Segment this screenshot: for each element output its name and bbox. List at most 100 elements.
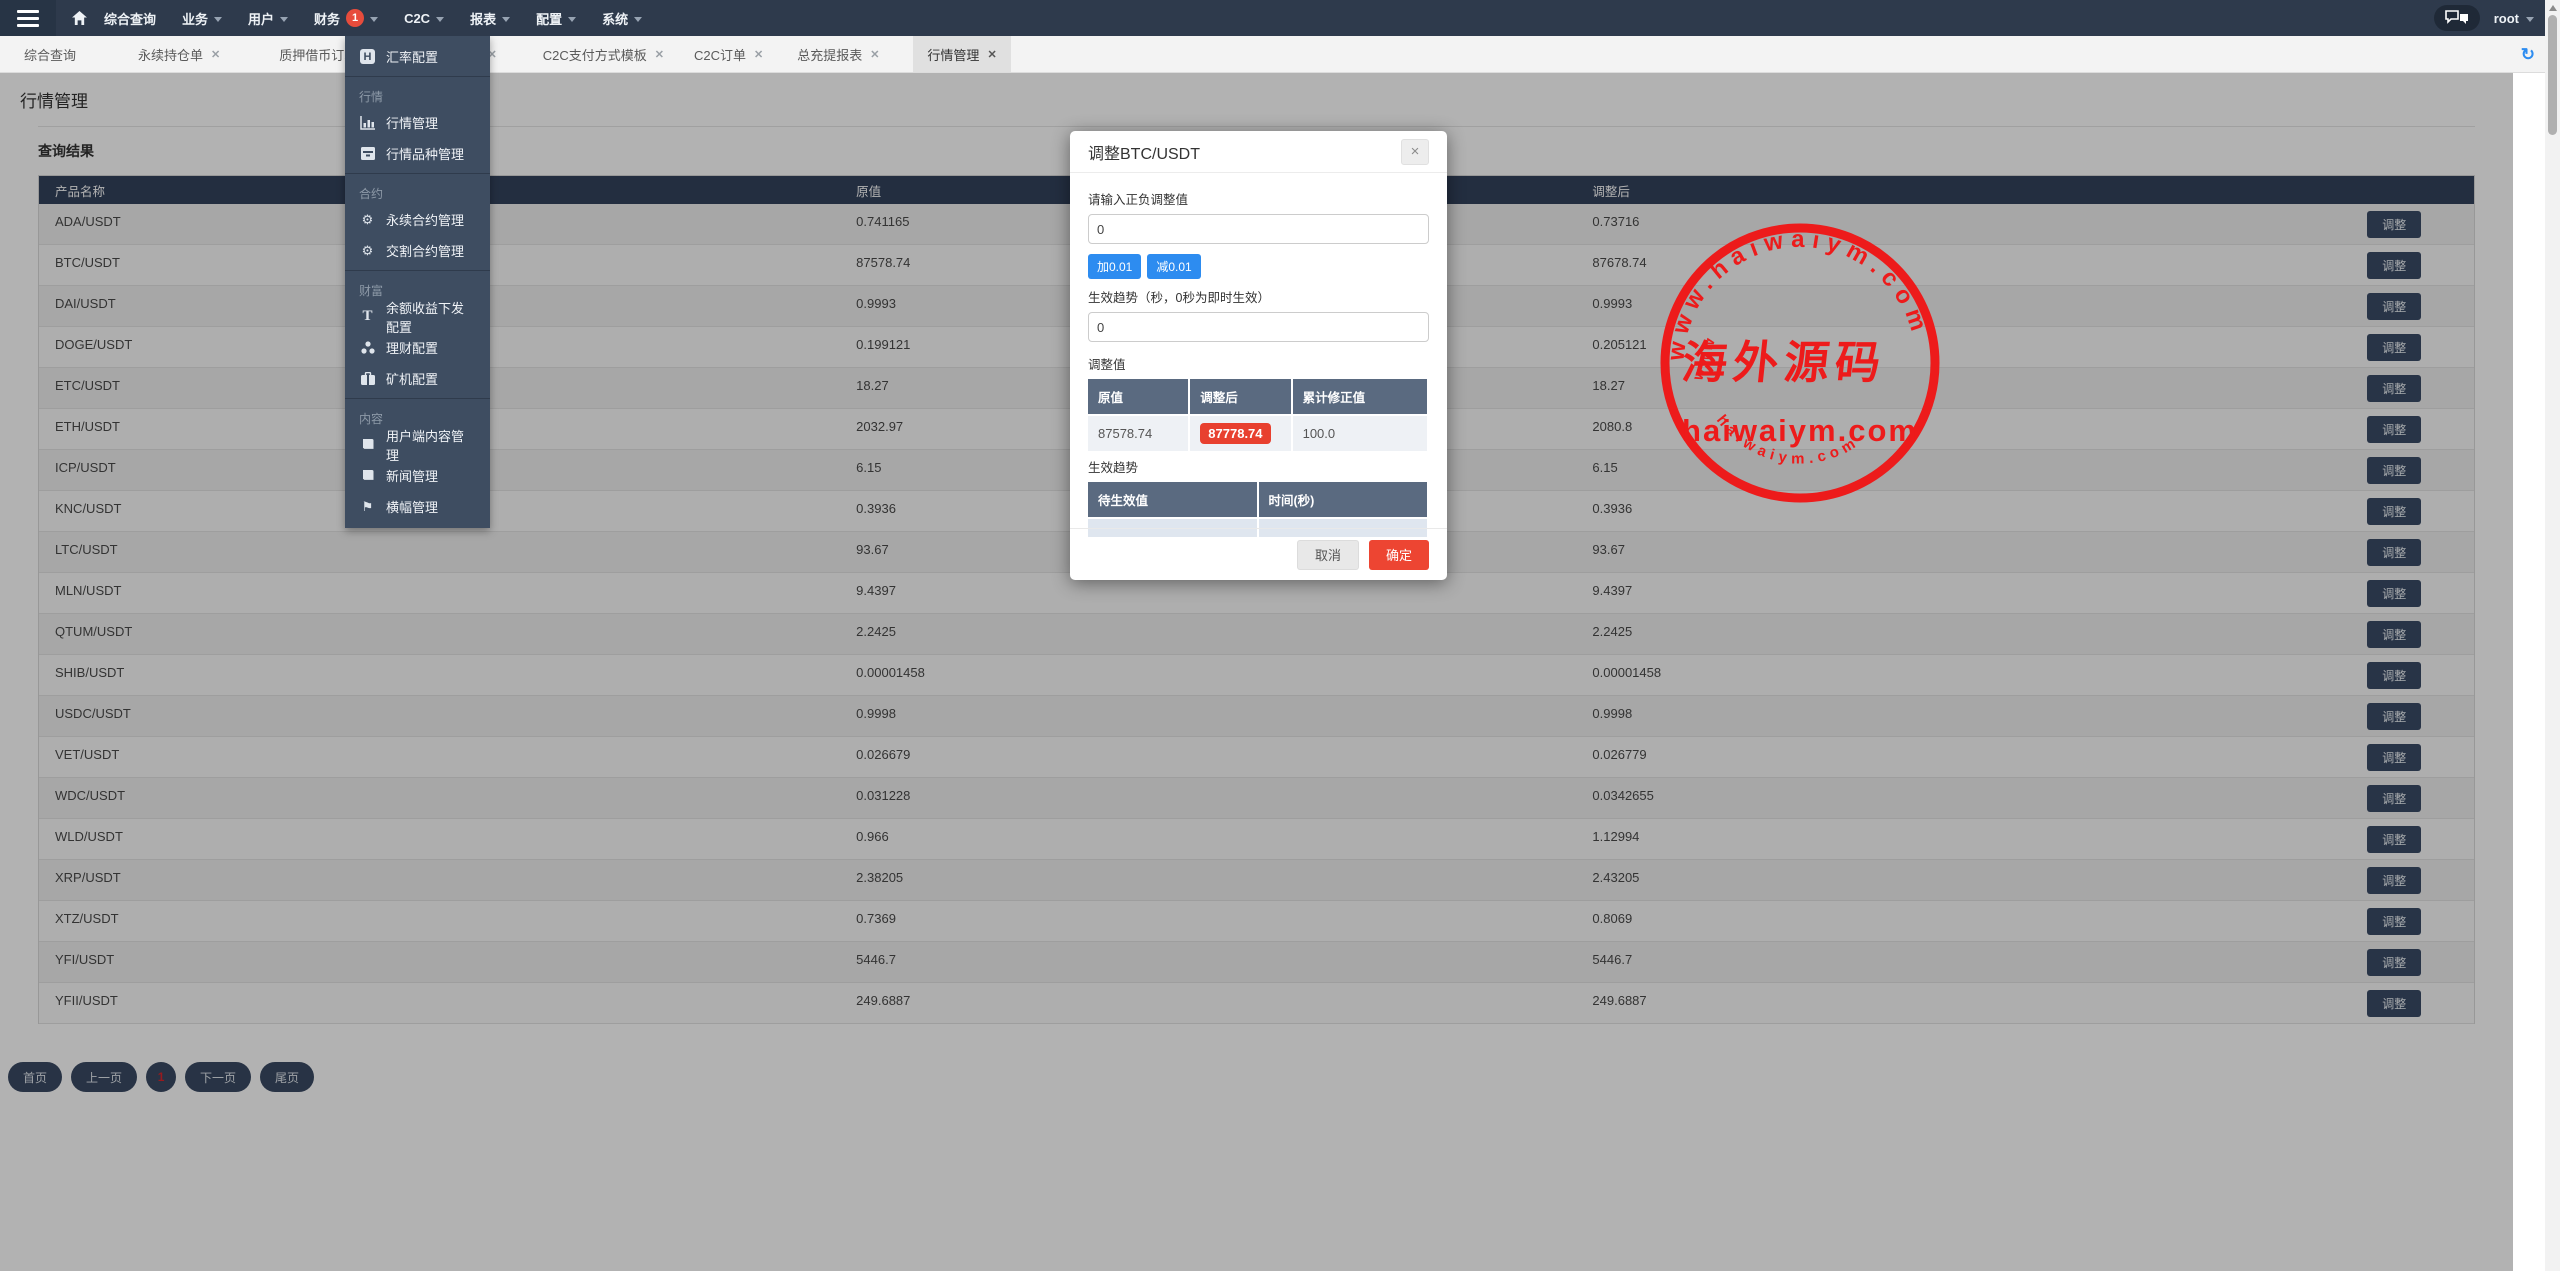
menu-item-market-variety-management[interactable]: 行情品种管理 [345,138,490,169]
username: root [2494,11,2519,26]
menu-divider [345,76,490,77]
adjust-dialog: 调整BTC/USDT × 请输入正负调整值 加0.01 减0.01 生效趋势（秒… [1070,131,1447,580]
dialog-footer: 取消 确定 [1070,528,1447,580]
adjust-value-input[interactable] [1088,214,1429,244]
top-navbar: 综合查询 业务 用户 财务 1 C2C 报表 配置 系统 root [0,0,2560,36]
nav-label: 系统 [602,9,628,28]
adjust-value-label: 请输入正负调整值 [1088,189,1429,208]
close-icon[interactable]: ✕ [211,48,220,61]
col-cumulative: 累计修正值 [1293,379,1429,414]
chevron-down-icon [568,17,576,22]
cumulative-value: 100.0 [1293,414,1429,451]
tab-perpetual-positions[interactable]: 永续持仓单 ✕ [136,36,222,72]
minus-0.01-button[interactable]: 减0.01 [1147,254,1200,279]
menu-item-perpetual-contract-management[interactable]: ⚙ 永续合约管理 [345,204,490,235]
tab-label: 永续持仓单 [138,45,203,64]
tab-label: 行情管理 [927,45,979,64]
menu-divider [345,398,490,399]
col-original: 原值 [1088,379,1190,414]
menu-label: 余额收益下发配置 [386,298,476,336]
briefcase-icon [359,372,376,385]
adjust-table-label: 调整值 [1088,354,1429,373]
nav-item-report[interactable]: 报表 [457,0,523,36]
tab-label: C2C订单 [694,45,746,64]
menu-item-wealth-config[interactable]: 理财配置 [345,332,490,363]
chevron-down-icon [502,17,510,22]
tab-label: C2C支付方式模板 [543,45,647,64]
close-icon[interactable]: ✕ [655,48,664,61]
menu-section-contract: 合约 [345,178,490,204]
adjust-values-row: 87578.74 87778.74 100.0 [1088,414,1429,451]
dialog-body: 请输入正负调整值 加0.01 减0.01 生效趋势（秒，0秒为即时生效） 调整值… [1070,173,1447,537]
nav-item-user[interactable]: 用户 [235,0,301,36]
menu-item-market-management[interactable]: 行情管理 [345,107,490,138]
scrollbar-thumb[interactable] [2548,15,2557,135]
trend-seconds-input[interactable] [1088,312,1429,342]
menu-label: 行情管理 [386,113,438,132]
chevron-down-icon [280,17,288,22]
menu-item-delivery-contract-management[interactable]: ⚙ 交割合约管理 [345,235,490,266]
home-icon[interactable] [72,11,87,25]
menu-item-client-content-management[interactable]: 用户端内容管理 [345,429,490,460]
nav-item-system[interactable]: 系统 [589,0,655,36]
menu-item-news-management[interactable]: 新闻管理 [345,460,490,491]
gears-icon: ⚙ [359,212,376,228]
menu-divider [345,270,490,271]
close-icon[interactable]: ✕ [754,48,763,61]
menu-label: 行情品种管理 [386,144,464,163]
nav-label: 财务 [314,9,340,28]
trend-table-label: 生效趋势 [1088,457,1429,476]
tab-c2c-orders[interactable]: C2C订单 ✕ [692,36,765,72]
scroll-up-icon[interactable] [2549,5,2557,11]
menu-label: 交割合约管理 [386,241,464,260]
nav-item-config[interactable]: 配置 [523,0,589,36]
menu-item-balance-income-config[interactable]: T 余额收益下发配置 [345,301,490,332]
nav-item-summary[interactable]: 综合查询 [91,0,169,36]
user-menu[interactable]: root [2494,11,2534,26]
chevron-down-icon [2526,17,2534,22]
gear-icon: ⚙ [359,243,376,259]
menu-label: 汇率配置 [386,47,438,66]
menu-item-exchange-rate-config[interactable]: H 汇率配置 [345,41,490,72]
menu-item-miner-config[interactable]: 矿机配置 [345,363,490,394]
nav-item-business[interactable]: 业务 [169,0,235,36]
chevron-down-icon [370,17,378,22]
col-time-seconds: 时间(秒) [1259,482,1430,517]
tab-deposit-withdraw-report[interactable]: 总充提报表✕ [795,36,881,72]
notification-badge: 1 [346,9,364,27]
trend-seconds-label: 生效趋势（秒，0秒为即时生效） [1088,287,1429,306]
dialog-title: 调整BTC/USDT [1088,140,1200,164]
cancel-button[interactable]: 取消 [1297,540,1359,570]
menu-label: 永续合约管理 [386,210,464,229]
menu-label: 新闻管理 [386,466,438,485]
text-t-icon: T [359,308,376,325]
tab-c2c-payment-template[interactable]: C2C支付方式模板 ✕ [541,36,666,72]
menu-item-banner-management[interactable]: ⚑ 横幅管理 [345,491,490,522]
chat-bubbles-icon [2445,10,2469,26]
nav-item-finance[interactable]: 财务 1 [301,0,391,36]
confirm-button[interactable]: 确定 [1369,540,1429,570]
tab-summary[interactable]: 综合查询 [22,36,78,72]
tab-market-management[interactable]: 行情管理 ✕ [913,36,1010,72]
nav-label: 用户 [248,9,274,28]
table-icon [359,147,376,160]
chevron-down-icon [634,17,642,22]
refresh-icon[interactable]: ↻ [2521,45,2535,65]
book-icon [359,438,376,451]
close-icon[interactable]: ✕ [870,48,879,61]
chevron-down-icon [436,17,444,22]
menu-label: 矿机配置 [386,369,438,388]
nav-label: 业务 [182,9,208,28]
add-0.01-button[interactable]: 加0.01 [1088,254,1141,279]
adjust-values-table: 原值 调整后 累计修正值 87578.74 87778.74 100.0 [1088,379,1429,451]
c2c-dropdown-menu: H 汇率配置 行情 行情管理 行情品种管理 合约 ⚙ 永续合约管理 ⚙ 交割合约… [345,36,490,528]
flag-icon: ⚑ [359,499,376,515]
nav-item-c2c[interactable]: C2C [391,0,457,36]
chat-button[interactable] [2434,5,2480,31]
nav-label: 配置 [536,9,562,28]
scrollbar[interactable] [2545,0,2560,1271]
close-icon[interactable]: ✕ [987,48,996,61]
close-button[interactable]: × [1401,139,1429,165]
hamburger-menu-icon[interactable] [0,0,56,36]
dialog-header: 调整BTC/USDT × [1070,131,1447,173]
